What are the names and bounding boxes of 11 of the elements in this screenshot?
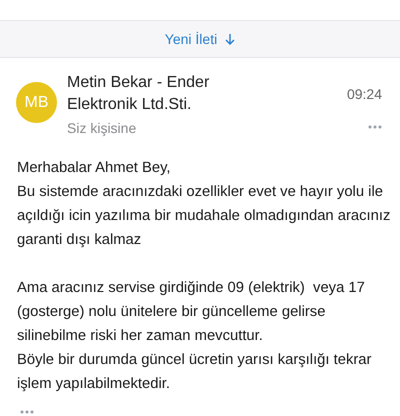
avatar: MB <box>16 82 57 123</box>
message-time: 09:24 <box>346 85 382 104</box>
sender-name: Metin Bekar - Ender Elektronik Ltd.Sti. <box>67 73 210 115</box>
show-more-icon[interactable] <box>20 410 34 414</box>
recipient-label: Siz kişisine <box>67 119 138 138</box>
message-paragraph: Merhabalar Ahmet Bey, Bu sistemde aracınızdaki ozellikler evet ve hayır yolu ile açıldığı icin yazılıma bir mudahale olmadıgından aracınız garanti dışı kalmaz <box>17 159 390 250</box>
new-message-banner[interactable]: Yeni İleti <box>0 20 400 58</box>
down-arrow-icon <box>225 33 236 45</box>
message-paragraph: Ama aracınız servise girdiğinde 09 (elektrik) veya 17 (gosterge) nolu ünitelere bir güncelleme gelirse silinebilme riski her zaman mevcuttur. Böyle bir durumda güncel ücretin yarısı karşılığı tekrar işlem yapılabilmektedir. <box>17 279 372 394</box>
banner-label[interactable]: Yeni İleti <box>164 28 218 50</box>
more-options-icon[interactable] <box>368 125 382 129</box>
